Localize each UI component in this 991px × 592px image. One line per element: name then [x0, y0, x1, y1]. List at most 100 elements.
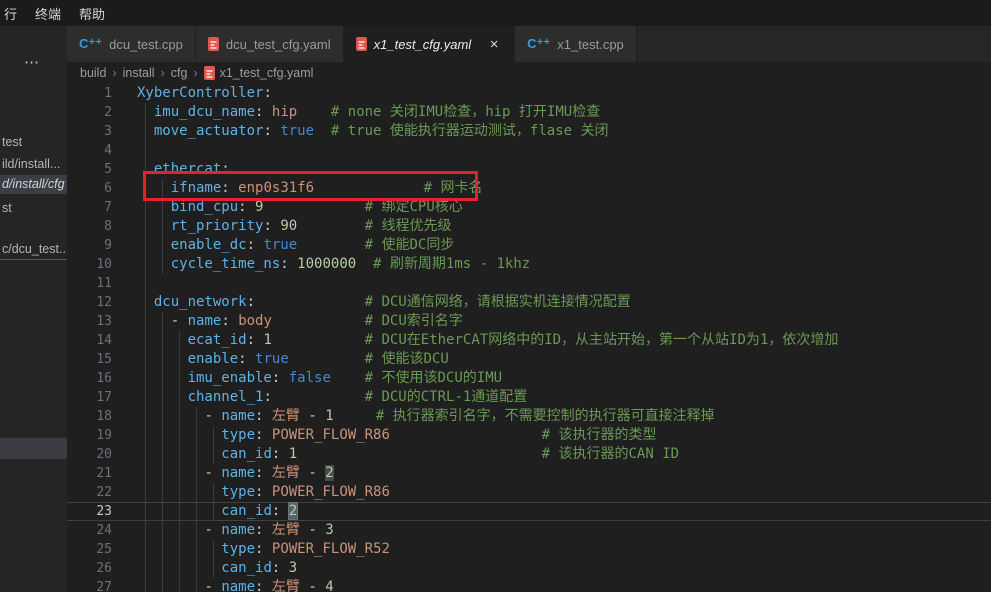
indent-guide — [145, 464, 146, 483]
indent-guide — [196, 521, 197, 540]
code-line[interactable]: 23 can_id: 2 — [67, 502, 991, 521]
code-area[interactable]: 1 XyberController:2 imu_dcu_name: hip # n… — [67, 84, 991, 592]
code-line[interactable]: 10 cycle_time_ns: 1000000 # 刷新周期1ms - 1k… — [67, 255, 991, 274]
sidebar-item[interactable]: ild/install... — [0, 156, 67, 172]
line-number: 4 — [67, 141, 112, 160]
indent-guide — [145, 312, 146, 331]
menu-item[interactable]: 行 — [0, 4, 26, 23]
code-line[interactable]: 18 - name: 左臂 - 1 # 执行器索引名字，不需要控制的执行器可直接… — [67, 407, 991, 426]
code-line[interactable]: 27 - name: 左臂 - 4 — [67, 578, 991, 592]
chevron-right-icon: › — [161, 66, 165, 80]
code-line[interactable]: 12 dcu_network: # DCU通信网络，请根据实机连接情况配置 — [67, 293, 991, 312]
line-number: 5 — [67, 160, 112, 179]
close-icon[interactable]: × — [486, 37, 502, 52]
code-line[interactable]: 24 - name: 左臂 - 3 — [67, 521, 991, 540]
tab-label: dcu_test_cfg.yaml — [226, 37, 331, 52]
line-number: 22 — [67, 483, 112, 502]
code-line[interactable]: 1 XyberController: — [67, 84, 991, 103]
sidebar-item[interactable]: d/install/cfg — [0, 175, 67, 194]
code-line[interactable]: 14 ecat_id: 1 # DCU在EtherCAT网络中的ID，从主站开始… — [67, 331, 991, 350]
code-line[interactable]: 15 enable: true # 使能该DCU — [67, 350, 991, 369]
sidebar-item[interactable]: c/dcu_test... — [0, 241, 67, 257]
line-number: 18 — [67, 407, 112, 426]
line-content: type: POWER_FLOW_R52 — [137, 540, 390, 559]
line-number: 27 — [67, 578, 112, 592]
line-content: type: POWER_FLOW_R86 # 该执行器的类型 — [137, 426, 656, 445]
menu-item[interactable]: 终端 — [26, 4, 70, 23]
indent-guide — [162, 236, 163, 255]
line-number: 2 — [67, 103, 112, 122]
breadcrumb-file[interactable]: x1_test_cfg.yaml — [204, 66, 314, 80]
indent-guide — [145, 388, 146, 407]
indent-guide — [145, 103, 146, 122]
indent-guide — [145, 293, 146, 312]
tab-x1_test.cpp[interactable]: C⁺⁺x1_test.cpp — [515, 26, 637, 62]
code-line[interactable]: 25 type: POWER_FLOW_R52 — [67, 540, 991, 559]
indent-guide — [162, 521, 163, 540]
tab-dcu_test_cfg.yaml[interactable]: dcu_test_cfg.yaml — [196, 26, 344, 62]
code-line[interactable]: 9 enable_dc: true # 使能DC同步 — [67, 236, 991, 255]
indent-guide — [196, 464, 197, 483]
line-content: channel_1: # DCU的CTRL-1通道配置 — [137, 388, 527, 407]
line-content: - name: body # DCU索引名字 — [137, 312, 463, 331]
red-annotation-box — [143, 171, 478, 201]
line-number: 1 — [67, 84, 112, 103]
line-number: 25 — [67, 540, 112, 559]
line-number: 23 — [67, 502, 112, 521]
breadcrumb-segment[interactable]: install — [123, 66, 155, 80]
indent-guide — [145, 445, 146, 464]
line-content: can_id: 2 — [137, 502, 297, 521]
indent-guide — [145, 540, 146, 559]
code-line[interactable]: 4 — [67, 141, 991, 160]
line-number: 11 — [67, 274, 112, 293]
cpp-file-icon: C⁺⁺ — [79, 36, 102, 52]
indent-guide — [196, 540, 197, 559]
code-line[interactable]: 3 move_actuator: true # true 使能执行器运动测试，f… — [67, 122, 991, 141]
breadcrumb-segment[interactable]: cfg — [171, 66, 188, 80]
code-line[interactable]: 26 can_id: 3 — [67, 559, 991, 578]
indent-guide — [179, 559, 180, 578]
code-line[interactable]: 2 imu_dcu_name: hip # none 关闭IMU检查，hip 打… — [67, 103, 991, 122]
indent-guide — [179, 350, 180, 369]
more-actions-button[interactable]: ⋯ — [24, 53, 40, 71]
indent-guide — [213, 426, 214, 445]
code-line[interactable]: 11 — [67, 274, 991, 293]
indent-guide — [196, 445, 197, 464]
code-line[interactable]: 16 imu_enable: false # 不使用该DCU的IMU — [67, 369, 991, 388]
code-line[interactable]: 8 rt_priority: 90 # 线程优先级 — [67, 217, 991, 236]
indent-guide — [145, 331, 146, 350]
indent-guide — [179, 578, 180, 592]
tab-x1_test_cfg.yaml[interactable]: x1_test_cfg.yaml× — [344, 26, 516, 62]
menu-item[interactable]: 帮助 — [70, 4, 114, 23]
line-content: XyberController: — [137, 84, 272, 103]
sidebar: ⋯ test ild/install... d/install/cfg st c/dcu… — [0, 26, 67, 592]
code-line[interactable]: 22 type: POWER_FLOW_R86 — [67, 483, 991, 502]
indent-guide — [179, 521, 180, 540]
line-number: 7 — [67, 198, 112, 217]
code-line[interactable]: 20 can_id: 1 # 该执行器的CAN ID — [67, 445, 991, 464]
code-line[interactable]: 21 - name: 左臂 - 2 — [67, 464, 991, 483]
indent-guide — [145, 483, 146, 502]
sidebar-item[interactable]: st — [0, 200, 67, 216]
indent-guide — [179, 388, 180, 407]
sidebar-row-highlight[interactable] — [0, 438, 67, 459]
code-line[interactable]: 19 type: POWER_FLOW_R86 # 该执行器的类型 — [67, 426, 991, 445]
line-number: 12 — [67, 293, 112, 312]
code-line[interactable]: 17 channel_1: # DCU的CTRL-1通道配置 — [67, 388, 991, 407]
tab-dcu_test.cpp[interactable]: C⁺⁺dcu_test.cpp — [67, 26, 196, 62]
sidebar-item[interactable]: test — [0, 134, 67, 150]
indent-guide — [162, 559, 163, 578]
indent-guide — [213, 445, 214, 464]
breadcrumb: build›install›cfg›x1_test_cfg.yaml — [67, 62, 991, 84]
tab-bar: C⁺⁺dcu_test.cpp dcu_test_cfg.yaml x1_test_… — [67, 26, 991, 62]
indent-guide — [196, 578, 197, 592]
line-content: rt_priority: 90 # 线程优先级 — [137, 217, 451, 236]
line-number: 24 — [67, 521, 112, 540]
indent-guide — [162, 217, 163, 236]
main-area: ⋯ test ild/install... d/install/cfg st c/dcu… — [0, 26, 991, 592]
line-content: - name: 左臂 - 3 — [137, 521, 334, 540]
line-content: can_id: 1 # 该执行器的CAN ID — [137, 445, 679, 464]
breadcrumb-segment[interactable]: build — [80, 66, 106, 80]
code-line[interactable]: 13 - name: body # DCU索引名字 — [67, 312, 991, 331]
indent-guide — [162, 540, 163, 559]
